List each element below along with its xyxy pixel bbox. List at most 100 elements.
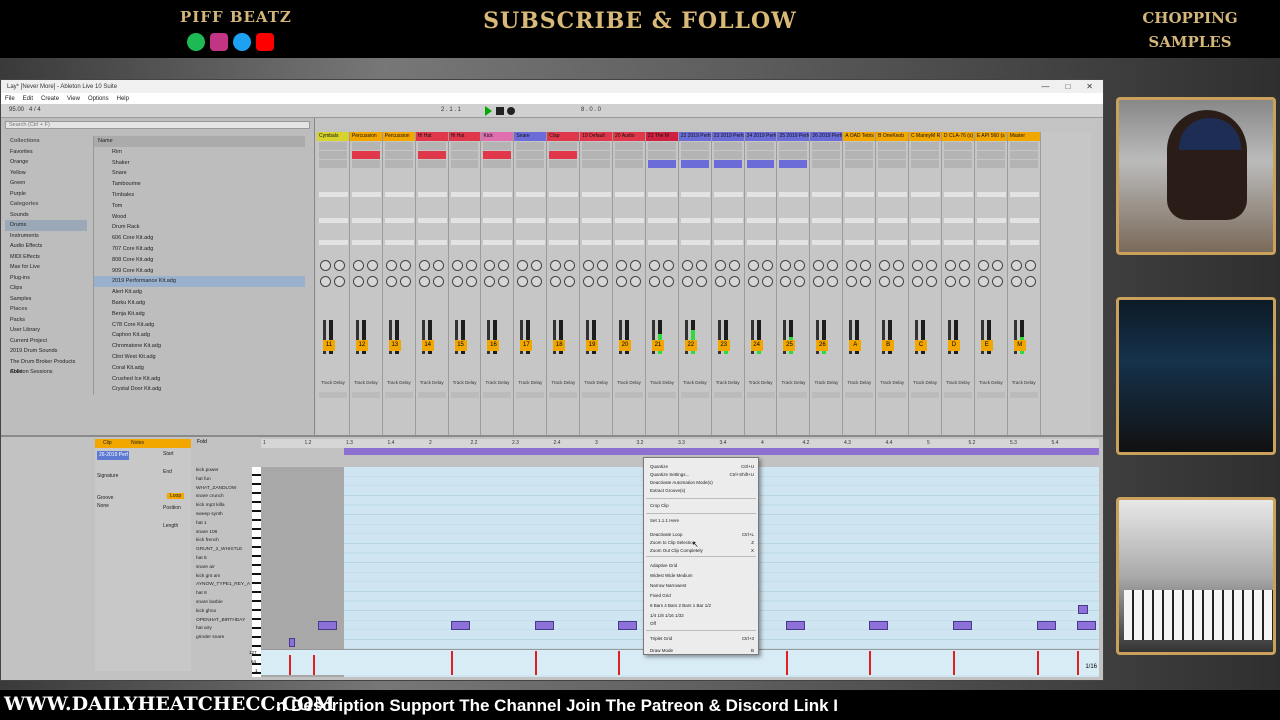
drum-pad-name[interactable]: sweep synth: [194, 511, 252, 520]
midi-note[interactable]: [289, 638, 295, 648]
clip-slot[interactable]: [911, 151, 939, 159]
send-knob[interactable]: [1010, 260, 1022, 271]
clip-slot[interactable]: [351, 160, 380, 168]
velocity-bar[interactable]: [313, 655, 315, 675]
context-menu-item[interactable]: Adaptive Grid: [650, 563, 677, 568]
clip-slot[interactable]: [384, 142, 413, 150]
browser-place-item[interactable]: Audio Effects: [5, 241, 87, 252]
track-activator[interactable]: 21: [651, 340, 664, 351]
track-activator[interactable]: D: [947, 340, 960, 351]
send-knob[interactable]: [1010, 276, 1022, 287]
send-knob[interactable]: [977, 276, 989, 287]
track-activator[interactable]: 16: [487, 340, 500, 351]
drum-pad-name[interactable]: kick ghoo: [194, 608, 252, 617]
context-menu-item[interactable]: Triplet Grid: [650, 636, 672, 641]
twitter-icon[interactable]: [233, 33, 251, 51]
track-header[interactable]: Clap: [547, 132, 580, 141]
clip-slot[interactable]: [1009, 160, 1038, 168]
midi-note[interactable]: [1078, 605, 1088, 614]
track-buttons[interactable]: [582, 392, 611, 398]
clip-slot[interactable]: [878, 151, 907, 159]
clip-slot[interactable]: [812, 151, 841, 159]
clip-slot[interactable]: [351, 142, 380, 150]
track-header[interactable]: Kick: [481, 132, 514, 141]
output-routing[interactable]: [615, 240, 645, 245]
youtube-icon[interactable]: [256, 33, 274, 51]
input-routing[interactable]: [319, 192, 348, 197]
send-knob[interactable]: [648, 260, 660, 271]
track-activator[interactable]: B: [882, 340, 895, 351]
input-routing[interactable]: [943, 192, 973, 197]
browser-search-input[interactable]: Search (Ctrl + F): [5, 121, 310, 129]
output-routing[interactable]: [582, 240, 612, 245]
send-knob[interactable]: [418, 276, 430, 287]
file-item[interactable]: 606 Core Kit.adg: [94, 233, 305, 244]
file-item[interactable]: Tambourine: [94, 179, 305, 190]
track-activator[interactable]: C: [915, 340, 928, 351]
send-knob[interactable]: [564, 276, 576, 287]
file-item[interactable]: Snare: [94, 168, 305, 179]
track-buttons[interactable]: [976, 392, 1005, 398]
track-header[interactable]: 19 Default: [580, 132, 613, 141]
clip-slot[interactable]: [582, 160, 611, 168]
send-knob[interactable]: [813, 276, 825, 287]
midi-note[interactable]: [1037, 620, 1056, 630]
clip-slot[interactable]: [713, 160, 742, 168]
send-knob[interactable]: [320, 276, 331, 287]
send-knob[interactable]: [662, 276, 674, 287]
file-item[interactable]: 909 Core Kit.adg: [94, 266, 305, 277]
track-activator[interactable]: 15: [454, 340, 467, 351]
clip-slot[interactable]: [812, 160, 841, 168]
clip-slot[interactable]: [615, 160, 643, 168]
maximize-icon[interactable]: □: [1065, 82, 1070, 91]
input-routing[interactable]: [878, 192, 908, 197]
clip-slot[interactable]: [1009, 142, 1038, 150]
track-activator[interactable]: 23: [717, 340, 730, 351]
clip-slot[interactable]: [779, 151, 808, 159]
send-knob[interactable]: [352, 276, 364, 287]
drum-pad-name[interactable]: snare barbie: [194, 599, 252, 608]
input-routing[interactable]: [713, 192, 743, 197]
file-item[interactable]: Wood: [94, 212, 305, 223]
browser-place-item[interactable]: Drums: [5, 220, 87, 231]
input-routing[interactable]: [450, 192, 480, 197]
drum-pad-name[interactable]: kick french: [194, 537, 252, 546]
send-knob[interactable]: [484, 276, 496, 287]
track-header[interactable]: B OneKnob: [876, 132, 909, 141]
clip-slot[interactable]: [647, 142, 676, 150]
output-routing[interactable]: [976, 240, 1006, 245]
clip-slot[interactable]: [450, 142, 479, 150]
drum-pad-name[interactable]: grinder snare: [194, 634, 252, 643]
send-knob[interactable]: [958, 276, 970, 287]
clip-slot[interactable]: [549, 151, 578, 159]
clip-slot[interactable]: [680, 160, 709, 168]
monitor-routing[interactable]: [582, 218, 612, 223]
track-header[interactable]: 20 Audio: [613, 132, 645, 141]
send-knob[interactable]: [912, 260, 924, 271]
clip-slot[interactable]: [976, 160, 1005, 168]
file-item[interactable]: Chromatone Kit.adg: [94, 341, 305, 352]
monitor-routing[interactable]: [746, 218, 776, 223]
output-routing[interactable]: [680, 240, 710, 245]
track-buttons[interactable]: [549, 392, 578, 398]
clip-slot[interactable]: [582, 142, 611, 150]
input-routing[interactable]: [812, 192, 842, 197]
clip-slot[interactable]: [746, 142, 775, 150]
clip-slot[interactable]: [516, 142, 545, 150]
track-header[interactable]: Hi Hat: [415, 132, 448, 141]
send-knob[interactable]: [597, 260, 609, 271]
input-routing[interactable]: [483, 192, 513, 197]
track-activator[interactable]: 17: [520, 340, 533, 351]
file-item[interactable]: Tom: [94, 201, 305, 212]
clip-slot[interactable]: [647, 151, 676, 159]
track-buttons[interactable]: [812, 392, 841, 398]
send-knob[interactable]: [498, 260, 510, 271]
input-routing[interactable]: [845, 192, 875, 197]
track-activator[interactable]: 12: [355, 340, 368, 351]
output-routing[interactable]: [779, 240, 809, 245]
track-activator[interactable]: 14: [421, 340, 434, 351]
midi-note[interactable]: [618, 620, 637, 630]
clip-slot[interactable]: [319, 160, 347, 168]
output-routing[interactable]: [351, 240, 381, 245]
midi-note[interactable]: [953, 620, 972, 630]
